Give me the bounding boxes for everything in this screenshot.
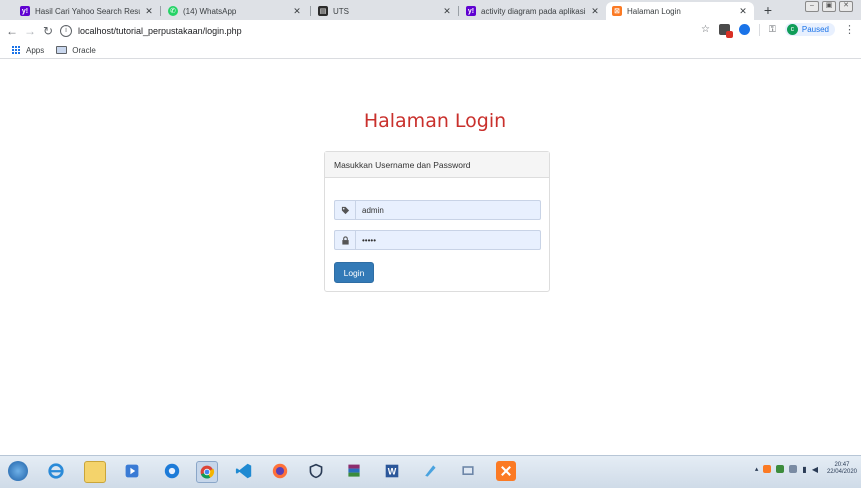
profile-status: Paused (801, 25, 829, 34)
tab-yahoo-search[interactable]: y! Hasil Cari Yahoo Search Results ✕ (14, 2, 160, 20)
close-tab-icon[interactable]: ✕ (442, 6, 452, 17)
file-explorer-icon[interactable] (84, 461, 106, 483)
tab-separator (310, 6, 311, 16)
bookmark-apps[interactable]: Apps (12, 45, 45, 55)
classroom-icon: ▤ (318, 6, 328, 16)
firefox-icon[interactable] (270, 461, 290, 481)
yahoo-icon: y! (466, 6, 476, 16)
tag-icon (335, 201, 356, 219)
menu-kebab-icon[interactable]: ⋮ (844, 23, 855, 36)
chrome-icon[interactable] (196, 461, 218, 483)
bookmark-label: Apps (26, 45, 45, 55)
key-icon[interactable]: ⚿ (769, 24, 776, 35)
close-window-icon[interactable]: ✕ (839, 1, 853, 12)
tab-strip: y! Hasil Cari Yahoo Search Results ✕ ✆ (… (0, 0, 861, 20)
tab-whatsapp[interactable]: ✆ (14) WhatsApp ✕ (162, 2, 308, 20)
start-button[interactable] (8, 461, 28, 481)
info-icon[interactable]: i (60, 25, 72, 37)
network-icon[interactable] (789, 465, 798, 473)
tab-halaman-login[interactable]: ⊠ Halaman Login ✕ (606, 2, 754, 20)
clock-date: 22/04/2020 (826, 469, 857, 475)
close-tab-icon[interactable]: ✕ (292, 6, 302, 17)
address-text[interactable]: localhost/tutorial_perpustakaan/login.ph… (78, 26, 242, 36)
bookmark-star-icon[interactable]: ☆ (701, 24, 710, 35)
forward-arrow-icon[interactable]: → (22, 23, 38, 39)
notepad-icon[interactable] (420, 461, 440, 481)
username-input[interactable] (362, 205, 532, 215)
taskbar-clock[interactable]: 20:47 22/04/2020 (827, 462, 857, 476)
browser-toolbar: ← → ↻ i localhost/tutorial_perpustakaan/… (0, 20, 861, 42)
whatsapp-icon: ✆ (168, 6, 178, 16)
yahoo-icon: y! (20, 6, 30, 16)
extension-icon[interactable] (739, 24, 750, 35)
shield-app-icon[interactable] (306, 461, 326, 481)
window-controls: – ▣ ✕ (805, 1, 853, 12)
media-player-icon[interactable] (122, 461, 142, 481)
profile-button[interactable]: c Paused (784, 23, 835, 36)
volume-icon[interactable]: ◀ (812, 465, 818, 474)
xampp-tray-icon[interactable] (763, 465, 772, 473)
back-arrow-icon[interactable]: ← (4, 23, 20, 39)
browser-app-icon[interactable] (162, 461, 182, 481)
bookmark-label: Oracle (72, 45, 96, 55)
tab-title: Halaman Login (627, 6, 681, 16)
restore-icon[interactable]: ▣ (822, 1, 836, 12)
bookmark-oracle[interactable]: Oracle (56, 46, 96, 55)
tab-activity-diagram[interactable]: y! activity diagram pada aplikasi k ✕ (460, 2, 606, 20)
clock-time: 20:47 (834, 462, 850, 468)
internet-explorer-icon[interactable] (46, 461, 66, 481)
password-group (334, 230, 541, 250)
toolbar-divider (759, 23, 760, 36)
username-group (334, 200, 541, 220)
system-tray: ▴ ▮ ◀ 20:47 22/04/2020 (755, 462, 857, 476)
tab-title: (14) WhatsApp (183, 6, 237, 16)
apps-grid-icon (12, 45, 21, 55)
tab-title: UTS (333, 6, 349, 16)
tab-separator (160, 6, 161, 16)
close-tab-icon[interactable]: ✕ (738, 6, 748, 17)
reload-icon[interactable]: ↻ (40, 23, 56, 39)
tab-separator (458, 6, 459, 16)
bookmarks-bar: Apps Oracle (0, 42, 861, 59)
address-bar[interactable]: i localhost/tutorial_perpustakaan/login.… (60, 23, 720, 39)
password-input[interactable] (362, 235, 532, 245)
login-button[interactable]: Login (334, 262, 374, 283)
windows-taskbar: W ▴ ▮ ◀ 20:47 22/04/2020 (0, 455, 861, 488)
xampp-icon: ⊠ (612, 6, 622, 16)
tab-title: activity diagram pada aplikasi k (481, 6, 586, 16)
avatar: c (786, 24, 798, 35)
tab-title: Hasil Cari Yahoo Search Results (35, 6, 140, 16)
minimize-icon[interactable]: – (805, 1, 819, 12)
tray-expand-icon[interactable]: ▴ (755, 465, 759, 473)
folder-icon (56, 46, 68, 54)
svg-text:W: W (388, 467, 397, 477)
tab-uts[interactable]: ▤ UTS ✕ (312, 2, 458, 20)
word-icon[interactable]: W (382, 461, 402, 481)
lock-icon (335, 231, 356, 249)
winrar-icon[interactable] (344, 461, 364, 481)
close-tab-icon[interactable]: ✕ (590, 6, 600, 17)
vscode-icon[interactable] (234, 461, 254, 481)
new-tab-button[interactable]: + (760, 2, 776, 18)
panel-heading: Masukkan Username dan Password (325, 152, 549, 178)
toolbar-actions: ☆ ⚿ c Paused ⋮ (701, 23, 855, 38)
snipping-tool-icon[interactable] (458, 461, 478, 481)
close-tab-icon[interactable]: ✕ (144, 6, 154, 17)
signal-icon[interactable]: ▮ (802, 465, 806, 474)
page-title: Halaman Login (363, 110, 507, 132)
login-panel: Masukkan Username dan Password Login (324, 151, 550, 292)
extension-icon[interactable] (719, 24, 733, 38)
xampp-app-icon[interactable] (496, 461, 516, 481)
tray-app-icon[interactable] (776, 465, 785, 473)
